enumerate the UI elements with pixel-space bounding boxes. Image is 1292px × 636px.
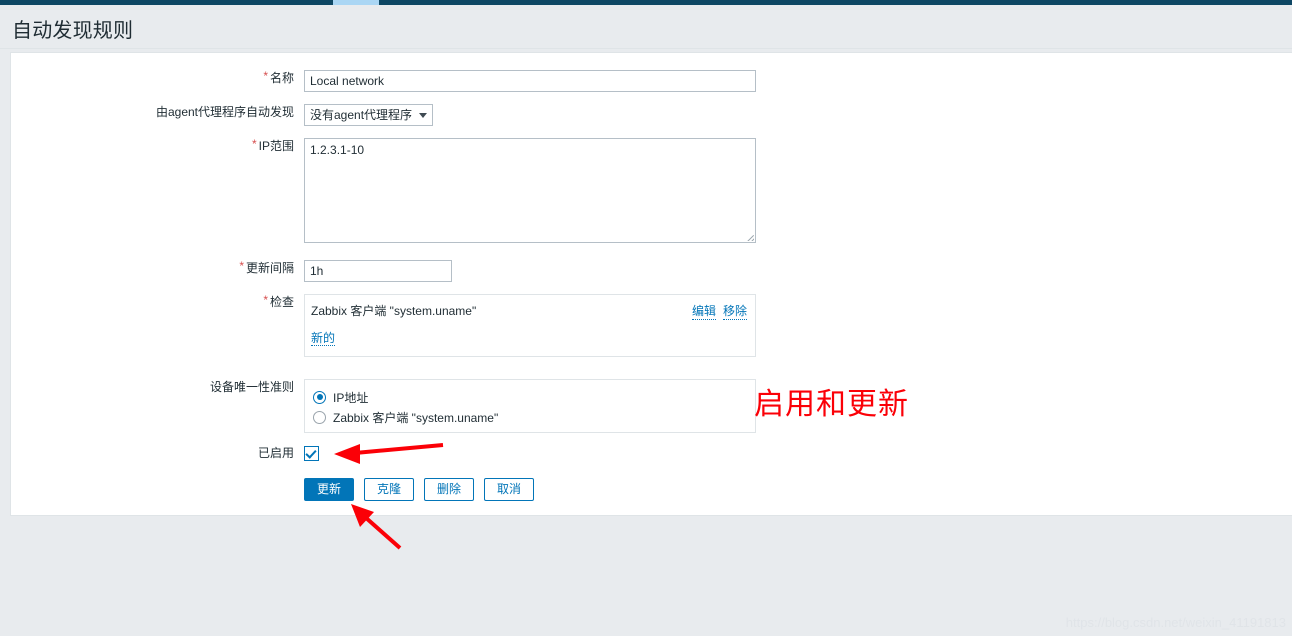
required-marker-update-interval: * [239, 259, 244, 273]
check-item-name: Zabbix 客户端 "system.uname" [311, 304, 477, 318]
unique-criteria-option-ip-label: IP地址 [333, 390, 369, 405]
update-interval-input[interactable] [304, 260, 452, 282]
required-marker-ip-range: * [251, 137, 257, 151]
form-row-proxy: 由agent代理程序自动发现 没有agent代理程序 [11, 104, 434, 126]
radio-ip-address[interactable] [313, 390, 326, 404]
ip-range-textarea[interactable]: 1.2.3.1-10 [304, 138, 756, 243]
page-header: 自动发现规则 [0, 5, 1292, 49]
label-update-interval: * 更新间隔 [239, 259, 294, 275]
unique-criteria-option-uname[interactable]: Zabbix 客户端 "system.uname" [313, 407, 747, 427]
cancel-button[interactable]: 取消 [484, 478, 535, 501]
unique-criteria-option-uname-label: Zabbix 客户端 "system.uname" [333, 410, 499, 425]
proxy-select-value: 没有agent代理程序 [310, 108, 413, 122]
check-remove-link[interactable]: 移除 [722, 303, 747, 320]
required-marker-name: * [263, 69, 268, 83]
form-row-update-interval: * 更新间隔 [11, 260, 452, 282]
radio-zabbix-uname[interactable] [313, 410, 326, 424]
enabled-checkbox[interactable] [304, 445, 319, 461]
label-enabled: 已启用 [257, 446, 294, 460]
unique-criteria-box: IP地址 Zabbix 客户端 "system.uname" [304, 379, 756, 433]
form-row-ip-range: * IP范围 1.2.3.1-10 [11, 138, 756, 243]
clone-button[interactable]: 克隆 [364, 478, 415, 501]
form-row-unique-criteria: 设备唯一性准则 IP地址 Zabbix 客户端 "system.uname" [11, 379, 756, 433]
delete-button[interactable]: 删除 [424, 478, 475, 501]
label-unique-criteria: 设备唯一性准则 [209, 380, 294, 394]
label-checks: * 检查 [263, 293, 294, 309]
form-actions-row: 更新 克隆 删除 取消 [11, 478, 544, 501]
label-proxy: 由agent代理程序自动发现 [155, 105, 294, 119]
page-title: 自动发现规则 [12, 20, 134, 42]
update-button[interactable]: 更新 [304, 478, 355, 501]
check-new-link[interactable]: 新的 [311, 331, 336, 346]
checks-list-box: Zabbix 客户端 "system.uname" 编辑 移除 新的 [304, 294, 756, 357]
form-row-checks: * 检查 Zabbix 客户端 "system.uname" 编辑 移除 新的 [11, 294, 756, 357]
label-name: * 名称 [263, 69, 294, 85]
watermark-text: https://blog.csdn.net/weixin_41191813 [1065, 615, 1286, 630]
annotation-red-note: 启用和更新 [754, 387, 909, 422]
unique-criteria-option-ip[interactable]: IP地址 [313, 387, 747, 407]
required-marker-checks: * [263, 293, 268, 307]
form-row-name: * 名称 [11, 70, 756, 92]
resize-handle-icon[interactable] [744, 231, 754, 241]
check-new-row: 新的 [311, 330, 747, 346]
form-row-enabled: 已启用 [11, 445, 319, 461]
check-item-row: Zabbix 客户端 "system.uname" 编辑 移除 [311, 303, 747, 320]
check-edit-link[interactable]: 编辑 [691, 303, 716, 320]
discovery-rule-form-panel: *名称 由agent代理程序自动发现 没有agent代理程序 *IP范围 1.2… [10, 52, 1292, 516]
ip-range-value: 1.2.3.1-10 [310, 143, 365, 157]
name-input[interactable] [304, 70, 756, 92]
chevron-down-icon [419, 113, 428, 118]
proxy-select[interactable]: 没有agent代理程序 [304, 104, 434, 126]
label-ip-range: * IP范围 [251, 137, 294, 153]
